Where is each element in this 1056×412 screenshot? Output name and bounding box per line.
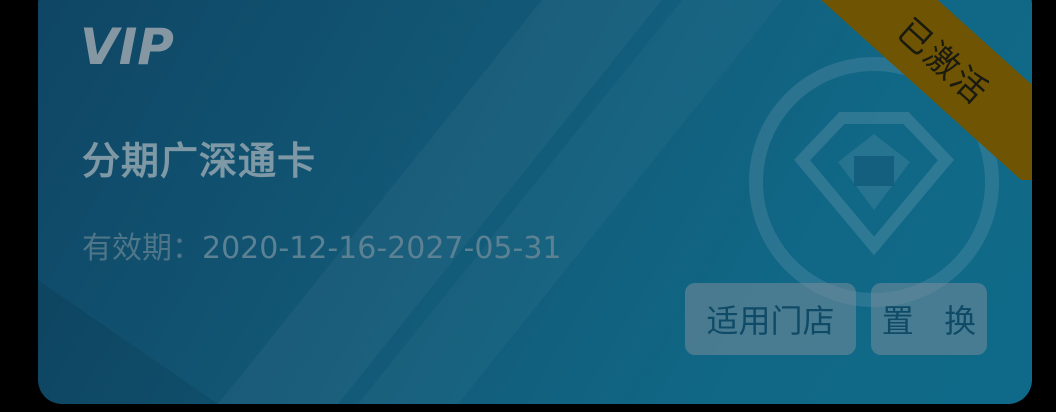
replace-button[interactable]: 置 换	[871, 283, 987, 355]
validity-range: 2020-12-16-2027-05-31	[202, 231, 562, 266]
vip-card: VIP 分期广深通卡 有效期：2020-12-16-2027-05-31 适用门…	[38, 0, 1032, 404]
status-badge-label: 已激活	[889, 10, 997, 113]
card-title: 分期广深通卡	[82, 139, 317, 183]
applicable-stores-button[interactable]: 适用门店	[685, 283, 856, 355]
validity-label: 有效期：	[82, 231, 202, 266]
validity-period: 有效期：2020-12-16-2027-05-31	[82, 223, 562, 267]
vip-logo: VIP	[80, 20, 174, 72]
svg-text:VIP: VIP	[80, 20, 174, 72]
activated-badge: 已激活	[792, 0, 1032, 180]
